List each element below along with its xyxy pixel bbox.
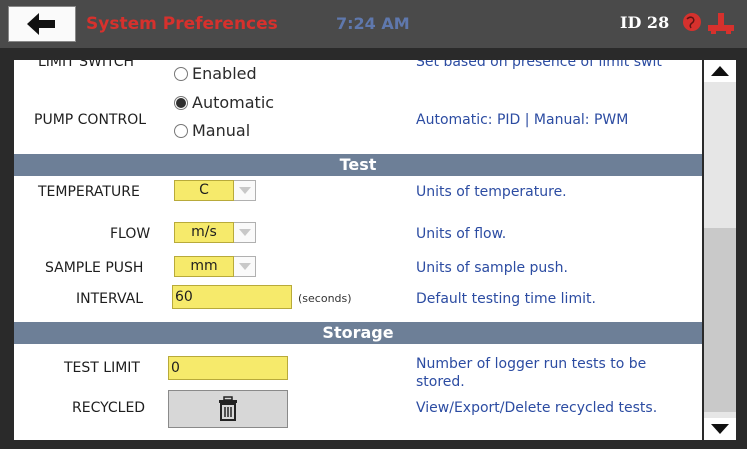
- scroll-down-button[interactable]: [704, 418, 736, 440]
- flow-label: FLOW: [110, 226, 151, 242]
- limit-switch-label: LIMIT SWITCH: [38, 60, 135, 70]
- radio-button-unselected: [174, 66, 188, 81]
- sample-push-description: Units of sample push.: [416, 260, 568, 276]
- pump-control-description: Automatic: PID | Manual: PWM: [416, 112, 629, 128]
- chevron-down-icon[interactable]: [234, 222, 256, 243]
- radio-button-selected: [174, 95, 188, 110]
- scroll-up-button[interactable]: [704, 60, 736, 82]
- radio-label: Enabled: [192, 64, 257, 83]
- radio-label: Automatic: [192, 93, 275, 112]
- connection-status-icon[interactable]: [706, 12, 736, 36]
- test-limit-label: TEST LIMIT: [64, 360, 140, 376]
- recycled-description: View/Export/Delete recycled tests.: [416, 400, 658, 416]
- vertical-scrollbar[interactable]: [704, 60, 736, 440]
- flow-description: Units of flow.: [416, 226, 507, 242]
- pump-control-automatic-radio[interactable]: Automatic: [174, 93, 274, 112]
- clock-time: 7:24 AM: [336, 14, 410, 33]
- section-header-test: Test: [14, 154, 702, 176]
- test-limit-description-line-2: stored.: [416, 374, 465, 390]
- recycled-tests-button[interactable]: [168, 390, 288, 428]
- triangle-up-icon: [711, 66, 729, 76]
- back-button[interactable]: [8, 6, 76, 42]
- page-title: System Preferences: [86, 14, 278, 34]
- pump-control-manual-radio[interactable]: Manual: [174, 121, 250, 140]
- preferences-panel: LIMIT SWITCH Enabled Set based on presen…: [14, 60, 702, 440]
- recycled-label: RECYCLED: [72, 400, 146, 416]
- back-arrow-icon: [27, 13, 55, 35]
- scrollbar-thumb[interactable]: [704, 228, 736, 412]
- interval-label: INTERVAL: [76, 291, 144, 307]
- temperature-unit-select[interactable]: C: [174, 180, 256, 201]
- radio-label: Manual: [192, 121, 251, 140]
- device-id: ID 28: [620, 13, 670, 32]
- temperature-label: TEMPERATURE: [38, 184, 140, 200]
- chevron-down-icon[interactable]: [234, 256, 256, 277]
- triangle-down-icon: [711, 424, 729, 434]
- globe-status-icon[interactable]: [682, 12, 702, 32]
- sample-push-label: SAMPLE PUSH: [45, 260, 144, 276]
- trash-icon: [219, 396, 237, 421]
- pump-control-label: PUMP CONTROL: [34, 112, 147, 128]
- test-limit-input[interactable]: 0: [168, 356, 288, 380]
- interval-input[interactable]: 60: [172, 285, 292, 309]
- limit-switch-description: Set based on presence of limit swit: [416, 60, 662, 70]
- interval-unit: (seconds): [298, 292, 352, 305]
- section-header-storage: Storage: [14, 322, 702, 344]
- flow-unit-select[interactable]: m/s: [174, 222, 256, 243]
- chevron-down-icon[interactable]: [234, 180, 256, 201]
- temperature-description: Units of temperature.: [416, 184, 567, 200]
- sample-push-unit-select[interactable]: mm: [174, 256, 256, 277]
- interval-description: Default testing time limit.: [416, 291, 596, 307]
- select-value: C: [174, 180, 234, 201]
- select-value: m/s: [174, 222, 234, 243]
- test-limit-description-line-1: Number of logger run tests to be: [416, 356, 647, 372]
- limit-switch-enabled-radio[interactable]: Enabled: [174, 64, 257, 83]
- top-bar: System Preferences 7:24 AM ID 28: [0, 0, 747, 48]
- radio-button-unselected: [174, 123, 188, 138]
- select-value: mm: [174, 256, 234, 277]
